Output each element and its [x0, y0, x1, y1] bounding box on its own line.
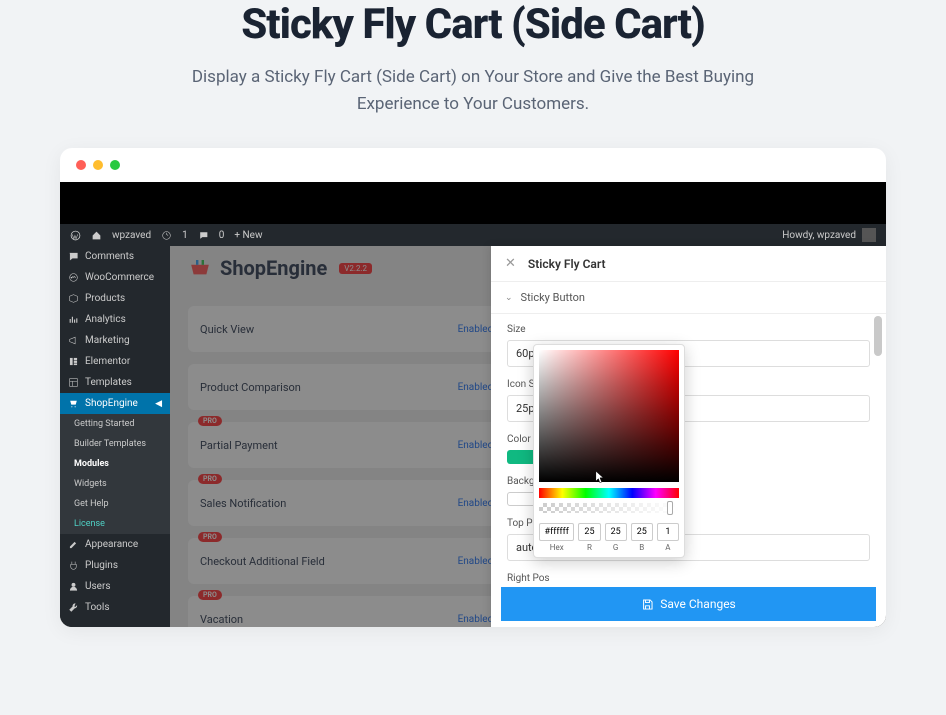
sidebar-item-marketing[interactable]: Marketing [60, 330, 170, 351]
page-title: Sticky Fly Cart (Side Cart) [40, 0, 906, 64]
avatar[interactable] [862, 228, 876, 242]
cursor-icon [595, 470, 605, 484]
g-input[interactable] [605, 523, 627, 541]
r-label: R [578, 543, 600, 552]
sidebar-item-woocommerce[interactable]: WooCommerce [60, 267, 170, 288]
scrollbar[interactable] [874, 316, 884, 496]
accordion-label: Sticky Button [521, 291, 585, 304]
sidebar-item-label: Tools [85, 602, 109, 613]
site-name[interactable]: wpzaved [112, 230, 151, 241]
new-link[interactable]: + New [234, 230, 262, 241]
sidebar-item-label: WooCommerce [85, 272, 154, 283]
a-input[interactable] [657, 523, 679, 541]
sidebar-items-top: Comments WooCommerce Products Analytics Mark… [60, 246, 170, 393]
sidebar-sub-builder-templates[interactable]: Builder Templates [60, 434, 170, 454]
woo-icon [68, 272, 79, 283]
mac-close-icon [76, 160, 86, 170]
wp-admin-frame: wpzaved 1 0 + New Howdy, wpzaved Comment… [60, 182, 886, 627]
sidebar-item-label: Analytics [85, 314, 126, 325]
howdy-text[interactable]: Howdy, wpzaved [782, 230, 856, 241]
tmpl-icon [68, 377, 79, 388]
saturation-field[interactable] [539, 350, 679, 482]
save-icon [641, 598, 654, 611]
sidebar-sub-getting-started[interactable]: Getting Started [60, 414, 170, 434]
mac-titlebar [60, 148, 886, 182]
sidebar-item-plugins[interactable]: Plugins [60, 555, 170, 576]
sidebar-item-label: Users [85, 581, 111, 592]
sidebar-item-shopengine[interactable]: ShopEngine ◀ [60, 393, 170, 414]
settings-panel: ✕ Sticky Fly Cart ⌄ Sticky Button Size I… [491, 246, 886, 627]
panel-header: ✕ Sticky Fly Cart [491, 246, 886, 282]
hex-label: Hex [539, 543, 574, 552]
page-subtitle: Display a Sticky Fly Cart (Side Cart) on… [153, 64, 793, 118]
sidebar-item-label: Marketing [85, 335, 130, 346]
brush-icon [68, 539, 79, 550]
sidebar-sub-get-help[interactable]: Get Help [60, 494, 170, 514]
home-icon[interactable] [91, 230, 102, 241]
chevron-down-icon: ⌄ [505, 293, 513, 303]
wp-sidebar: Comments WooCommerce Products Analytics Mark… [60, 246, 170, 627]
mac-max-icon [110, 160, 120, 170]
sidebar-item-elementor[interactable]: Elementor [60, 351, 170, 372]
demo-card: wpzaved 1 0 + New Howdy, wpzaved Comment… [60, 148, 886, 627]
r-input[interactable] [578, 523, 600, 541]
comment-icon [68, 251, 79, 262]
accordion-sticky-button[interactable]: ⌄ Sticky Button [491, 282, 886, 314]
wordpress-icon [70, 230, 81, 241]
sidebar-item-products[interactable]: Products [60, 288, 170, 309]
chart-icon [68, 314, 79, 325]
alpha-thumb[interactable] [667, 501, 673, 515]
sidebar-item-analytics[interactable]: Analytics [60, 309, 170, 330]
tool-icon [68, 602, 79, 613]
updates-count[interactable]: 1 [182, 230, 188, 241]
panel-body: ⌄ Sticky Button Size Icon Size Color [491, 282, 886, 587]
sidebar-item-label: Templates [85, 377, 132, 388]
right-position-label: Right Pos [507, 573, 870, 584]
sidebar-subs: Getting StartedBuilder TemplatesModulesW… [60, 414, 170, 534]
sidebar-item-label: Comments [85, 251, 134, 262]
g-label: G [605, 543, 627, 552]
sidebar-item-label: Appearance [85, 539, 138, 550]
elem-icon [68, 356, 79, 367]
sidebar-item-tools[interactable]: Tools [60, 597, 170, 618]
sidebar-sub-widgets[interactable]: Widgets [60, 474, 170, 494]
mac-min-icon [93, 160, 103, 170]
b-input[interactable] [631, 523, 653, 541]
alpha-slider[interactable] [539, 503, 679, 513]
sidebar-item-users[interactable]: Users [60, 576, 170, 597]
sidebar-sub-modules[interactable]: Modules [60, 454, 170, 474]
cart-icon [68, 398, 79, 409]
save-label: Save Changes [660, 597, 736, 611]
a-label: A [657, 543, 679, 552]
sidebar-item-appearance[interactable]: Appearance [60, 534, 170, 555]
sidebar-items-bottom: Appearance Plugins Users Tools [60, 534, 170, 618]
sidebar-sub-license[interactable]: License [60, 514, 170, 534]
size-label: Size [507, 324, 870, 335]
box-icon [68, 293, 79, 304]
color-picker: Hex R G B A [533, 344, 685, 558]
sidebar-item-comments[interactable]: Comments [60, 246, 170, 267]
sidebar-item-templates[interactable]: Templates [60, 372, 170, 393]
update-icon[interactable] [161, 230, 172, 241]
comment-icon[interactable] [198, 230, 209, 241]
scroll-thumb[interactable] [874, 316, 882, 356]
hex-input[interactable] [539, 523, 574, 541]
sidebar-item-label: ShopEngine [85, 398, 138, 409]
sidebar-item-label: Elementor [85, 356, 130, 367]
hue-slider[interactable] [539, 488, 679, 498]
sidebar-item-label: Products [85, 293, 125, 304]
wp-admin-bar: wpzaved 1 0 + New Howdy, wpzaved [60, 224, 886, 246]
close-icon[interactable]: ✕ [505, 256, 516, 271]
sidebar-item-label: Plugins [85, 560, 118, 571]
user-icon [68, 581, 79, 592]
panel-title: Sticky Fly Cart [528, 257, 606, 271]
save-button[interactable]: Save Changes [501, 587, 876, 621]
comments-count[interactable]: 0 [219, 230, 225, 241]
b-label: B [631, 543, 653, 552]
mega-icon [68, 335, 79, 346]
plug-icon [68, 560, 79, 571]
